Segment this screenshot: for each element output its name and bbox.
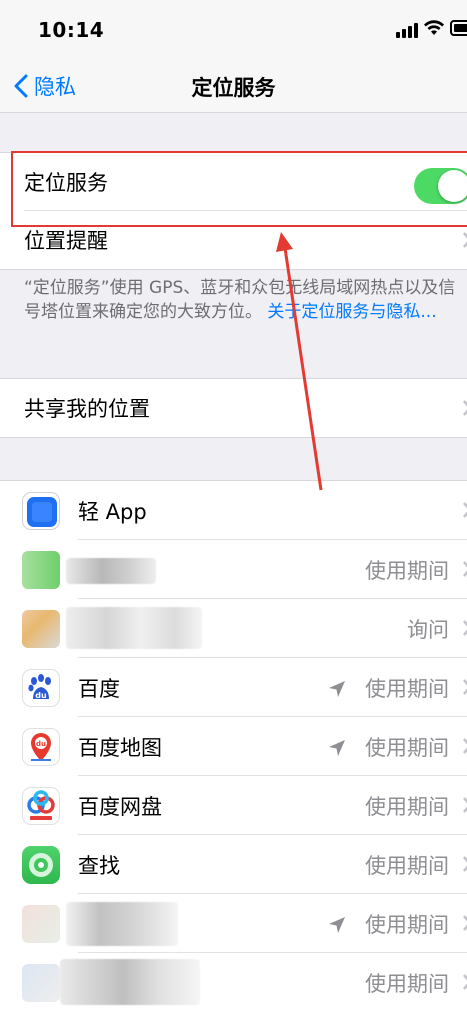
svg-text:du: du: [36, 740, 46, 748]
redacted-app-name: [66, 558, 156, 584]
list-item[interactable]: 轻 App: [0, 481, 467, 540]
chevron-right-icon: [463, 974, 467, 990]
chevron-right-icon: [463, 620, 467, 636]
location-arrow-icon: [329, 681, 345, 697]
list-item[interactable]: 查找 使用期间: [0, 835, 467, 894]
list-item[interactable]: du 百度地图 使用期间: [0, 717, 467, 776]
app-name: 查找: [78, 854, 120, 878]
list-item[interactable]: 百度网盘 使用期间: [0, 776, 467, 835]
location-alerts-label: 位置提醒: [24, 229, 108, 253]
privacy-link[interactable]: 关于定位服务与隐私...: [267, 302, 436, 322]
redacted-app-name: [66, 902, 178, 946]
wifi-icon: [424, 20, 444, 35]
list-item[interactable]: 使用期间: [0, 540, 467, 599]
app-permission-value: 使用期间: [365, 559, 449, 583]
location-alerts-row[interactable]: 位置提醒: [0, 211, 467, 269]
list-item[interactable]: 询问: [0, 599, 467, 658]
blurred-app-icon: [22, 905, 60, 943]
chevron-right-icon: [463, 797, 467, 813]
app-name: 轻 App: [78, 500, 147, 524]
list-item[interactable]: 使用期间: [0, 894, 467, 953]
page-title: 定位服务: [191, 76, 276, 100]
baidu-icon: du: [22, 669, 60, 707]
baidu-netdisk-icon: [22, 787, 60, 825]
app-list: 轻 App 使用期间 询问 du 百度 使用期间 du 百度地图 使用期间 百度…: [0, 480, 467, 1021]
chevron-right-icon: [463, 738, 467, 754]
location-services-label: 定位服务: [24, 171, 108, 195]
location-arrow-icon: [329, 917, 345, 933]
location-services-group: 定位服务 位置提醒: [0, 152, 467, 270]
status-bar: 10:14: [0, 0, 467, 60]
svg-text:du: du: [35, 691, 47, 700]
app-name: 百度: [78, 677, 120, 701]
share-location-row[interactable]: 共享我的位置: [0, 379, 467, 437]
find-my-icon: [22, 846, 60, 884]
share-location-group: 共享我的位置: [0, 378, 467, 438]
app-permission-value: 使用期间: [365, 677, 449, 701]
app-permission-value: 使用期间: [365, 736, 449, 760]
app-permission-value: 使用期间: [365, 913, 449, 937]
redacted-app-name: [66, 607, 202, 649]
share-location-label: 共享我的位置: [24, 397, 150, 421]
chevron-right-icon: [463, 856, 467, 872]
list-item[interactable]: 使用期间: [0, 953, 467, 1012]
chevron-right-icon: [463, 232, 467, 248]
chevron-right-icon: [463, 400, 467, 416]
chevron-right-icon: [463, 502, 467, 518]
cellular-signal-icon: [396, 22, 420, 38]
app-name: 百度地图: [78, 736, 162, 760]
list-item[interactable]: du 百度 使用期间: [0, 658, 467, 717]
app-permission-value: 使用期间: [365, 972, 449, 996]
blurred-app-icon: [22, 610, 60, 648]
location-services-toggle[interactable]: [414, 168, 467, 204]
baidu-map-icon: du: [22, 728, 60, 766]
chevron-right-icon: [463, 915, 467, 931]
app-permission-value: 询问: [407, 618, 449, 642]
location-services-row[interactable]: 定位服务: [0, 153, 467, 211]
app-name: 百度网盘: [78, 795, 162, 819]
navigation-bar: 隐私 定位服务: [0, 60, 467, 113]
app-permission-value: 使用期间: [365, 795, 449, 819]
app-permission-value: 使用期间: [365, 854, 449, 878]
blurred-app-icon: [22, 964, 60, 1002]
redacted-app-name: [60, 959, 200, 1005]
status-time: 10:14: [38, 18, 105, 42]
chevron-right-icon: [463, 561, 467, 577]
location-services-footnote: “定位服务”使用 GPS、蓝牙和众包无线局域网热点以及信号塔位置来确定您的大致方…: [24, 276, 467, 324]
chevron-right-icon: [463, 679, 467, 695]
battery-icon: [450, 20, 467, 36]
light-app-icon: [22, 492, 60, 530]
location-arrow-icon: [329, 740, 345, 756]
blurred-app-icon: [22, 551, 60, 589]
